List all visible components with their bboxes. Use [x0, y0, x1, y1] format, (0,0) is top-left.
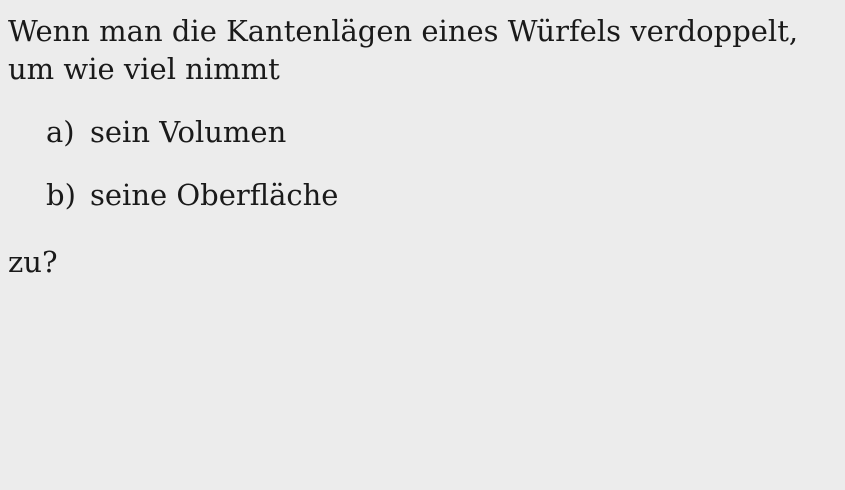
- list-marker: b): [46, 178, 76, 212]
- list-marker: a): [46, 115, 75, 149]
- question-intro: Wenn man die Kantenlägen eines Würfels v…: [8, 14, 799, 86]
- exercise-text: Wenn man die Kantenlägen eines Würfels v…: [8, 12, 838, 281]
- question-list: a) sein Volumen b) seine Oberfläche: [8, 113, 838, 214]
- question-closing: zu?: [8, 245, 58, 279]
- list-item: b) seine Oberfläche: [8, 176, 838, 214]
- list-item: a) sein Volumen: [8, 113, 838, 151]
- list-item-text: seine Oberfläche: [90, 178, 339, 212]
- list-item-text: sein Volumen: [90, 115, 287, 149]
